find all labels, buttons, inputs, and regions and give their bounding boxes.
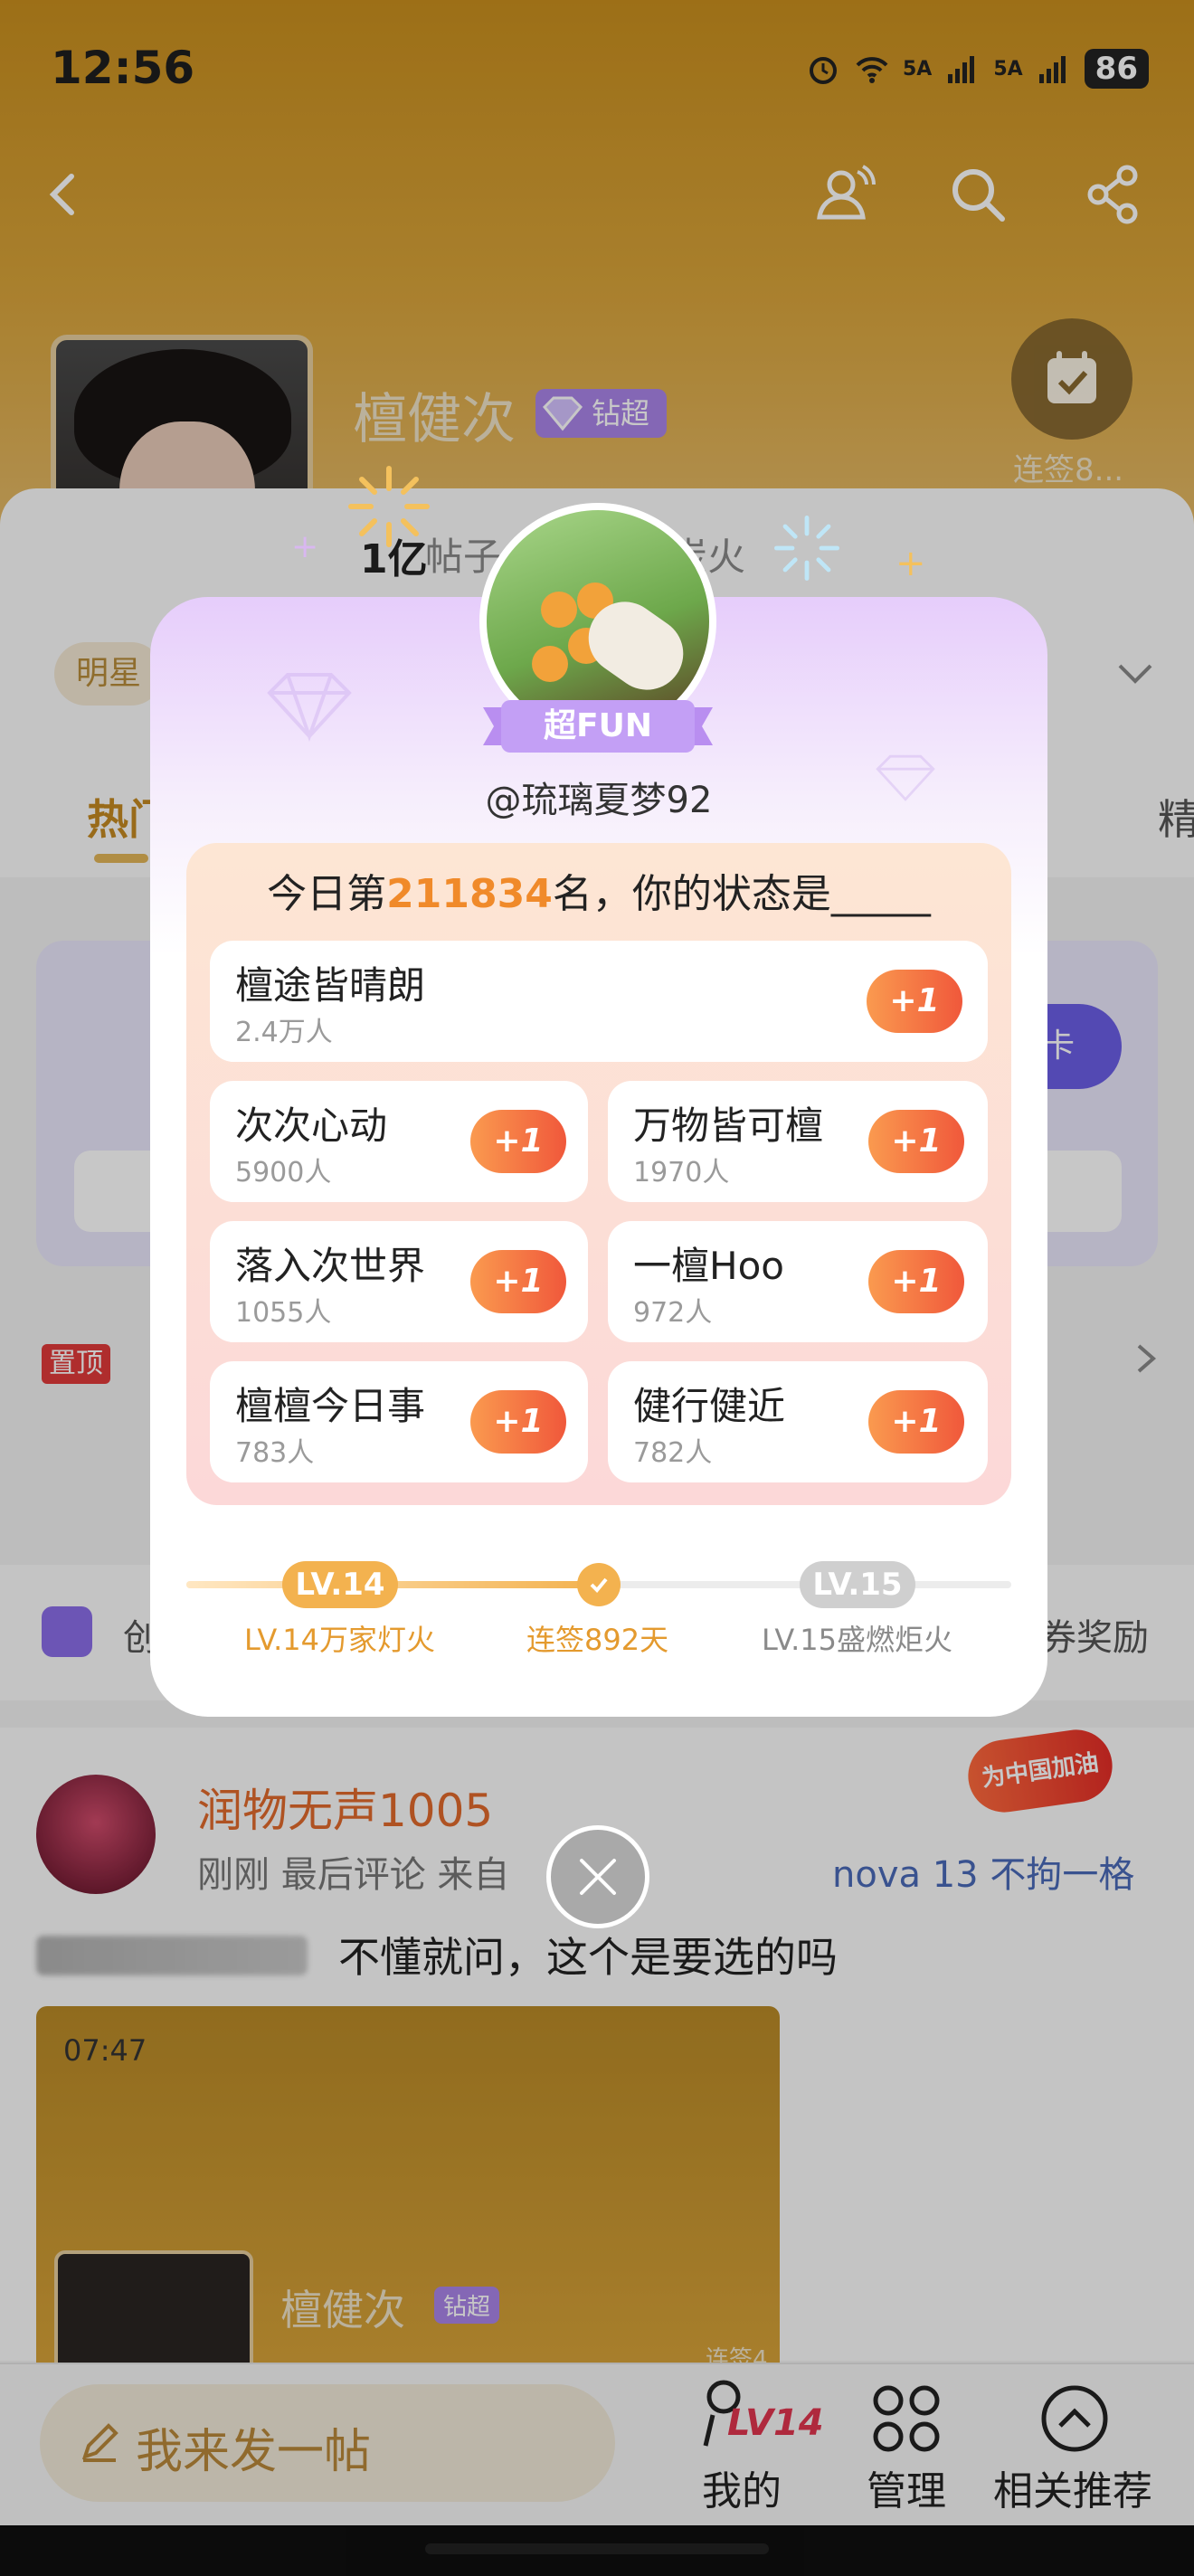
current-level-name: LV.14万家灯火 [244, 1623, 435, 1657]
status-option[interactable]: 万物皆可檀 1970人 +1 [608, 1081, 988, 1202]
plus-one-button[interactable]: +1 [470, 1110, 566, 1173]
option-count: 5900人 [235, 1157, 332, 1189]
option-name: 檀途皆晴朗 [235, 963, 426, 1008]
next-level-pill: LV.15 [800, 1561, 915, 1608]
current-level-pill: LV.14 [282, 1561, 398, 1608]
sparkle-icon [348, 466, 430, 547]
status-option[interactable]: 檀途皆晴朗 2.4万人 +1 [210, 941, 988, 1062]
status-option[interactable]: 檀檀今日事 783人 +1 [210, 1361, 588, 1482]
sparkle-icon [774, 516, 839, 581]
plus-sparkle-icon: + [896, 543, 926, 584]
rank-number: 211834 [386, 871, 553, 917]
plus-one-button[interactable]: +1 [868, 1390, 964, 1454]
option-count: 1055人 [235, 1297, 332, 1329]
checkin-done-icon [577, 1563, 621, 1606]
diamond-decor-icon [267, 673, 352, 742]
option-count: 2.4万人 [235, 1017, 333, 1048]
option-name: 落入次世界 [235, 1244, 426, 1288]
rank-prefix: 今日第 [267, 871, 387, 917]
close-button[interactable] [546, 1825, 649, 1928]
status-option[interactable]: 一檀Hoo 972人 +1 [608, 1221, 988, 1342]
checkin-days: 连签892天 [526, 1623, 669, 1657]
fun-badge-label: 超FUN [544, 707, 652, 744]
rank-title: 今日第211834名，你的状态是_____ [186, 861, 1011, 919]
plus-one-button[interactable]: +1 [868, 1110, 964, 1173]
option-count: 1970人 [633, 1157, 730, 1189]
plus-sparkle-icon: + [291, 528, 319, 565]
option-name: 次次心动 [235, 1103, 388, 1148]
option-name: 健行健近 [633, 1384, 786, 1428]
modal-username: @琉璃夏梦92 [485, 780, 713, 821]
status-option[interactable]: 落入次世界 1055人 +1 [210, 1221, 588, 1342]
status-option[interactable]: 健行健近 782人 +1 [608, 1361, 988, 1482]
plus-one-button[interactable]: +1 [868, 1250, 964, 1313]
option-name: 万物皆可檀 [633, 1103, 824, 1148]
option-count: 783人 [235, 1437, 315, 1469]
plus-one-button[interactable]: +1 [867, 970, 962, 1033]
status-option[interactable]: 次次心动 5900人 +1 [210, 1081, 588, 1202]
option-name: 檀檀今日事 [235, 1384, 426, 1428]
plus-one-button[interactable]: +1 [470, 1250, 566, 1313]
option-name: 一檀Hoo [633, 1244, 784, 1288]
option-count: 972人 [633, 1297, 713, 1329]
plus-one-button[interactable]: +1 [470, 1390, 566, 1454]
next-level-name: LV.15盛燃炬火 [762, 1623, 952, 1657]
rank-suffix: 名，你的状态是_____ [552, 871, 931, 917]
option-count: 782人 [633, 1437, 713, 1469]
close-icon [580, 1859, 616, 1895]
